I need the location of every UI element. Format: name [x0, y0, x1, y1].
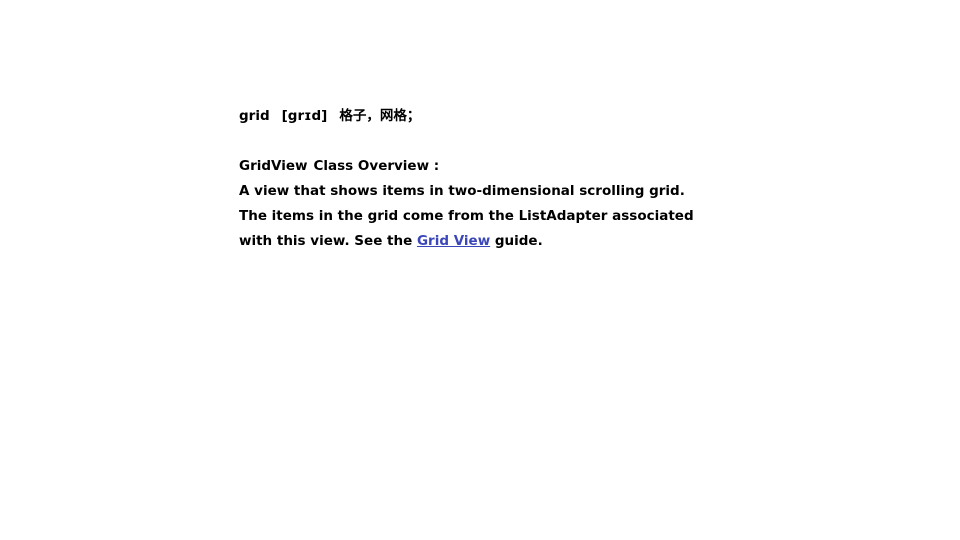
overview-line-3-after: guide. [490, 233, 543, 249]
overview-line-3-before: with this view. See the [239, 233, 417, 249]
class-name: GridView [239, 158, 308, 174]
overview-line-3: with this view. See the Grid View guide. [239, 229, 679, 254]
vocab-word: grid [239, 108, 270, 124]
vocab-meaning: 格子，网格； [339, 108, 421, 124]
grid-view-guide-link[interactable]: Grid View [417, 233, 490, 249]
vocab-line: grid [grɪd] 格子，网格； [239, 104, 679, 129]
overview-line-1: A view that shows items in two-dimension… [239, 183, 685, 199]
overview-heading-line: GridView Class Overview : [239, 154, 679, 179]
overview-heading: Class Overview : [313, 158, 440, 174]
document-body: grid [grɪd] 格子，网格； GridView Class Overview … [239, 104, 694, 254]
document-page: grid [grɪd] 格子，网格； GridView Class Overview … [0, 0, 960, 540]
vocab-phonetic: [grɪd] [281, 108, 328, 124]
overview-line-2: The items in the grid come from the List… [239, 208, 694, 224]
